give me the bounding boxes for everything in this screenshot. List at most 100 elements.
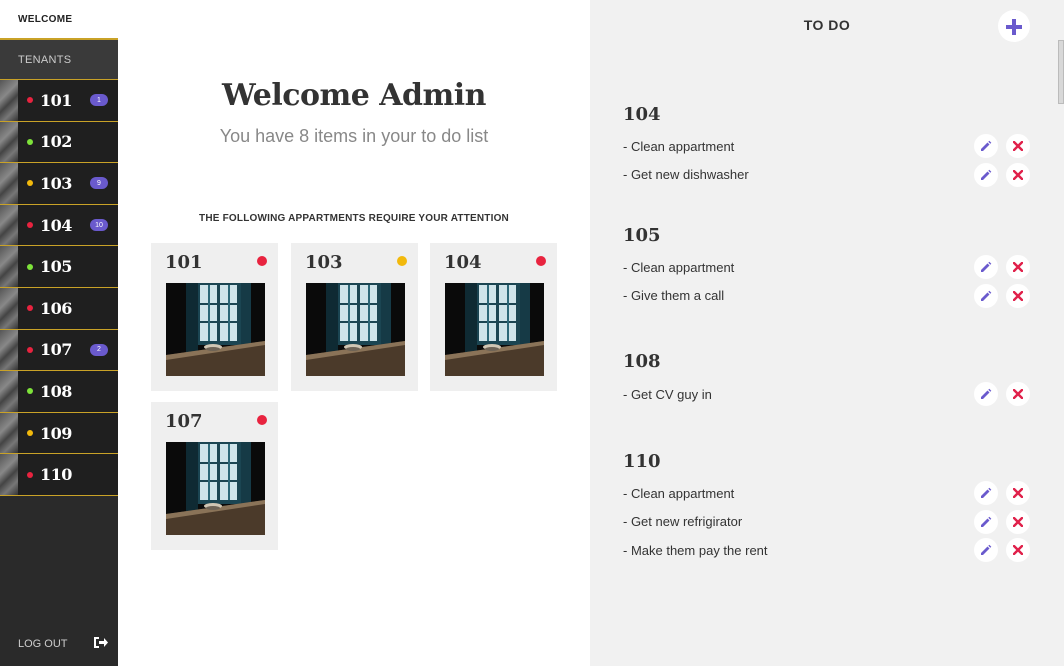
apartment-number: 105 — [40, 257, 72, 277]
sidebar-apartment-108[interactable]: 108 — [0, 371, 118, 413]
apartment-thumbnail — [0, 329, 18, 371]
logout-label: LOG OUT — [18, 638, 68, 650]
apartment-card-101[interactable]: 101 — [151, 243, 278, 391]
close-icon — [1013, 488, 1023, 498]
sidebar-apartment-101[interactable]: 101 1 — [0, 80, 118, 122]
apartment-thumbnail — [0, 371, 18, 412]
edit-button[interactable] — [974, 134, 998, 158]
apartment-number: 106 — [40, 298, 72, 318]
pencil-icon — [981, 261, 992, 272]
close-icon — [1013, 545, 1023, 555]
todo-panel: TO DO 104 - Clean appartment - Get new dis… — [590, 0, 1064, 666]
apartment-card-107[interactable]: 107 — [151, 402, 278, 550]
edit-button[interactable] — [974, 283, 998, 308]
edit-button[interactable] — [974, 382, 998, 406]
apartment-photo — [166, 442, 265, 535]
pencil-icon — [981, 487, 992, 498]
sidebar-apartment-107[interactable]: 107 2 — [0, 329, 118, 372]
todo-item: - Clean appartment — [623, 255, 1033, 279]
count-badge: 1 — [90, 94, 108, 107]
status-dot — [27, 388, 33, 395]
pencil-icon — [981, 388, 992, 399]
sidebar-apartment-105[interactable]: 105 — [0, 246, 118, 288]
pencil-icon — [981, 516, 992, 527]
close-icon — [1013, 389, 1023, 399]
sidebar-apartment-103[interactable]: 103 9 — [0, 163, 118, 205]
delete-button[interactable] — [1006, 255, 1030, 279]
card-apartment-number: 104 — [444, 252, 482, 273]
apartment-card-103[interactable]: 103 — [291, 243, 418, 391]
delete-button[interactable] — [1006, 283, 1030, 308]
status-dot — [257, 415, 267, 425]
todo-item-text: - Get new dishwasher — [623, 167, 749, 182]
status-dot — [27, 97, 33, 104]
apartment-thumbnail — [0, 246, 18, 287]
apartment-thumbnail — [0, 454, 18, 495]
status-dot — [397, 256, 407, 266]
todo-item-text: - Make them pay the rent — [623, 542, 768, 558]
todo-item-text: - Get CV guy in — [623, 386, 712, 402]
scrollbar[interactable] — [1058, 40, 1064, 104]
edit-button[interactable] — [974, 509, 998, 534]
sidebar-apartment-109[interactable]: 109 — [0, 412, 118, 455]
sidebar-apartment-110[interactable]: 110 — [0, 454, 118, 496]
status-dot — [536, 256, 546, 266]
todo-group-title: 104 — [623, 104, 661, 125]
apartment-photo — [445, 283, 544, 376]
edit-button[interactable] — [974, 162, 998, 187]
todo-item-text: - Clean appartment — [623, 485, 735, 501]
page-title: Welcome Admin — [222, 78, 486, 113]
apartment-card-104[interactable]: 104 — [430, 243, 557, 391]
close-icon — [1013, 516, 1023, 527]
count-badge: 10 — [90, 219, 108, 232]
apartment-thumbnail — [0, 287, 18, 329]
apartment-thumbnail — [0, 412, 18, 454]
attention-heading: THE FOLLOWING APPARTMENTS REQUIRE YOUR A… — [199, 213, 509, 224]
pencil-icon — [981, 169, 992, 180]
status-dot — [27, 430, 33, 437]
main-panel: Welcome Admin You have 8 items in your t… — [118, 0, 590, 666]
welcome-tab[interactable]: WELCOME — [0, 0, 118, 40]
status-dot — [27, 180, 33, 187]
todo-group-title: 108 — [623, 351, 661, 372]
sidebar: WELCOME TENANTS 101 1 102 103 9 104 10 105 106 10… — [0, 0, 118, 666]
delete-button[interactable] — [1006, 538, 1030, 562]
close-icon — [1013, 169, 1023, 180]
delete-button[interactable] — [1006, 481, 1030, 505]
status-dot — [27, 138, 33, 145]
edit-button[interactable] — [974, 481, 998, 505]
apartment-number: 109 — [40, 423, 72, 443]
app: WELCOME TENANTS 101 1 102 103 9 104 10 105 106 10… — [0, 0, 1064, 666]
edit-button[interactable] — [974, 255, 998, 279]
apartment-number: 108 — [40, 381, 72, 401]
delete-button[interactable] — [1006, 134, 1030, 158]
logout-button[interactable]: LOG OUT — [0, 622, 118, 666]
sidebar-apartment-106[interactable]: 106 — [0, 287, 118, 330]
sidebar-apartment-104[interactable]: 104 10 — [0, 204, 118, 247]
delete-button[interactable] — [1006, 509, 1030, 534]
delete-button[interactable] — [1006, 162, 1030, 187]
edit-button[interactable] — [974, 538, 998, 562]
todo-item: - Make them pay the rent — [623, 538, 1033, 562]
add-todo-button[interactable] — [998, 10, 1030, 42]
status-dot — [27, 471, 33, 478]
apartment-thumbnail — [0, 80, 18, 121]
todo-item: - Get new dishwasher — [623, 162, 1033, 187]
sidebar-apartment-102[interactable]: 102 — [0, 121, 118, 164]
status-dot — [27, 263, 33, 270]
apartment-number: 104 — [40, 215, 72, 235]
status-dot — [27, 305, 33, 312]
apartment-number: 101 — [40, 90, 72, 110]
todo-item-text: - Get new refrigirator — [623, 514, 743, 529]
apartment-number: 103 — [40, 173, 72, 193]
count-badge: 9 — [90, 177, 108, 190]
todo-group-title: 105 — [623, 225, 661, 246]
tenants-header[interactable]: TENANTS — [0, 40, 118, 80]
apartment-number: 107 — [40, 340, 72, 360]
card-apartment-number: 103 — [305, 252, 343, 273]
delete-button[interactable] — [1006, 382, 1030, 406]
card-apartment-number: 101 — [165, 252, 203, 273]
todo-item: - Give them a call — [623, 283, 1033, 308]
apartment-photo — [166, 283, 265, 376]
close-icon — [1013, 141, 1023, 151]
